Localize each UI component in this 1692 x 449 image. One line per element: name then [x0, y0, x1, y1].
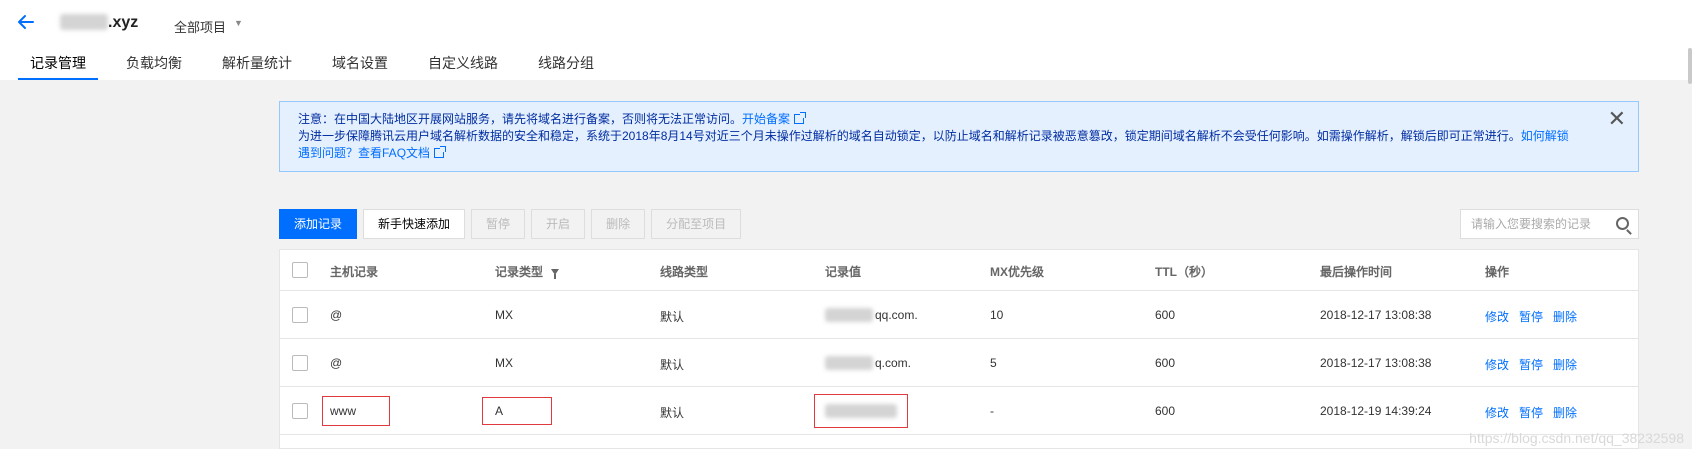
start-filing-link[interactable]: 开始备案	[742, 112, 790, 126]
type-cell: MX	[495, 356, 513, 370]
pause-button[interactable]: 暂停	[471, 209, 526, 239]
record-toolbar: 添加记录 新手快速添加 暂停 开启 删除 分配至项目	[279, 209, 747, 239]
col-line: 线路类型	[660, 265, 709, 279]
col-ttl: TTL（秒）	[1155, 265, 1213, 279]
pause-link[interactable]: 暂停	[1519, 406, 1543, 420]
notice-line-1: 注意：在中国大陆地区开展网站服务，请先将域名进行备案，否则将无法正常访问。开始备…	[298, 111, 1620, 128]
faq-link[interactable]: 查看FAQ文档	[358, 146, 430, 160]
redacted-value	[825, 356, 873, 370]
col-actions: 操作	[1485, 265, 1510, 279]
notice-banner: 注意：在中国大陆地区开展网站服务，请先将域名进行备案，否则将无法正常访问。开始备…	[279, 101, 1639, 172]
time-cell: 2018-12-17 13:08:38	[1320, 356, 1432, 370]
col-type: 记录类型	[495, 263, 560, 280]
row-checkbox[interactable]	[292, 307, 308, 323]
highlight-box	[322, 396, 390, 426]
redacted-value	[825, 308, 873, 322]
scrollbar-thumb[interactable]	[1688, 48, 1692, 84]
tab-resolution-stats[interactable]: 解析量统计	[210, 54, 304, 80]
pause-link[interactable]: 暂停	[1519, 310, 1543, 324]
row-checkbox[interactable]	[292, 403, 308, 419]
caret-down-icon[interactable]: ▼	[234, 18, 243, 28]
actions-cell: 修改 暂停 删除	[1485, 308, 1587, 325]
row-checkbox[interactable]	[292, 355, 308, 371]
tab-load-balancing[interactable]: 负载均衡	[114, 54, 194, 80]
problem-link[interactable]: 遇到问题？	[298, 146, 358, 160]
notice-line-3: 遇到问题？查看FAQ文档	[298, 145, 1620, 162]
filter-icon[interactable]	[551, 269, 560, 279]
type-cell: MX	[495, 308, 513, 322]
host-cell: @	[330, 308, 343, 322]
delete-link[interactable]: 删除	[1553, 358, 1577, 372]
search-input[interactable]	[1461, 210, 1606, 238]
search-icon[interactable]	[1616, 217, 1629, 230]
highlight-box	[482, 397, 552, 425]
ttl-cell: 600	[1155, 356, 1176, 370]
delete-link[interactable]: 删除	[1553, 406, 1577, 420]
domain-name: .xyz	[108, 14, 139, 31]
host-cell: @	[330, 356, 343, 370]
actions-cell: 修改 暂停 删除	[1485, 404, 1587, 421]
time-cell: 2018-12-19 14:39:24	[1320, 404, 1432, 418]
tab-line-groups[interactable]: 线路分组	[526, 54, 606, 80]
external-link-icon	[794, 112, 807, 124]
top-bar: .xyz 全部项目 ▼ 记录管理 负载均衡 解析量统计 域名设置 自定义线路 线…	[0, 0, 1692, 80]
value-cell: q.com.	[825, 356, 911, 370]
col-value: 记录值	[825, 265, 862, 279]
search-box	[1460, 209, 1639, 239]
external-link-icon	[434, 146, 447, 158]
delete-button[interactable]: 删除	[591, 209, 646, 239]
col-time: 最后操作时间	[1320, 265, 1393, 279]
select-all-checkbox[interactable]	[292, 262, 308, 278]
quick-add-button[interactable]: 新手快速添加	[363, 209, 466, 239]
ttl-cell: 600	[1155, 308, 1176, 322]
table-row: www A 默认 - 600 2018-12-19 14:39:24 修改 暂停删…	[280, 387, 1638, 435]
edit-link[interactable]: 修改	[1485, 406, 1509, 420]
back-arrow-icon[interactable]	[16, 12, 36, 32]
table-header: 主机记录 记录类型 线路类型 记录值 MX优先级 TTL（秒） 最后操作时间 操…	[280, 250, 1638, 291]
mx-cell: 5	[990, 356, 997, 370]
value-cell: qq.com.	[825, 308, 918, 322]
delete-link[interactable]: 删除	[1553, 310, 1577, 324]
line-cell: 默认	[660, 358, 685, 372]
time-cell: 2018-12-17 13:08:38	[1320, 308, 1432, 322]
notice-line-2: 为进一步保障腾讯云用户域名解析数据的安全和稳定，系统于2018年8月14号对近三…	[298, 129, 1569, 143]
ttl-cell: 600	[1155, 404, 1176, 418]
watermark: https://blog.csdn.net/qq_38232598	[1469, 430, 1684, 446]
tab-record-management[interactable]: 记录管理	[18, 54, 98, 80]
redacted-domain-prefix	[60, 14, 108, 30]
project-selector[interactable]: 全部项目	[174, 17, 226, 36]
edit-link[interactable]: 修改	[1485, 358, 1509, 372]
mx-cell: -	[990, 404, 994, 418]
assign-project-button[interactable]: 分配至项目	[651, 209, 742, 239]
pause-link[interactable]: 暂停	[1519, 358, 1543, 372]
tab-custom-lines[interactable]: 自定义线路	[416, 54, 510, 80]
mx-cell: 10	[990, 308, 1004, 322]
table-row: @ MX 默认 q.com. 5 600 2018-12-17 13:08:38…	[280, 339, 1638, 387]
tab-domain-settings[interactable]: 域名设置	[320, 54, 400, 80]
actions-cell: 修改 暂停 删除	[1485, 356, 1587, 373]
close-icon[interactable]: ✕	[1608, 108, 1626, 130]
how-to-unlock-link[interactable]: 如何解锁	[1521, 129, 1569, 143]
col-mx: MX优先级	[990, 265, 1045, 279]
col-host: 主机记录	[330, 265, 379, 279]
highlight-box	[814, 394, 908, 428]
tab-bar: 记录管理 负载均衡 解析量统计 域名设置 自定义线路 线路分组	[18, 54, 622, 80]
line-cell: 默认	[660, 310, 685, 324]
dns-record-table: 主机记录 记录类型 线路类型 记录值 MX优先级 TTL（秒） 最后操作时间 操…	[279, 249, 1639, 449]
add-record-button[interactable]: 添加记录	[279, 209, 358, 239]
enable-button[interactable]: 开启	[531, 209, 586, 239]
edit-link[interactable]: 修改	[1485, 310, 1509, 324]
table-row: @ MX 默认 qq.com. 10 600 2018-12-17 13:08:…	[280, 291, 1638, 339]
line-cell: 默认	[660, 406, 685, 420]
